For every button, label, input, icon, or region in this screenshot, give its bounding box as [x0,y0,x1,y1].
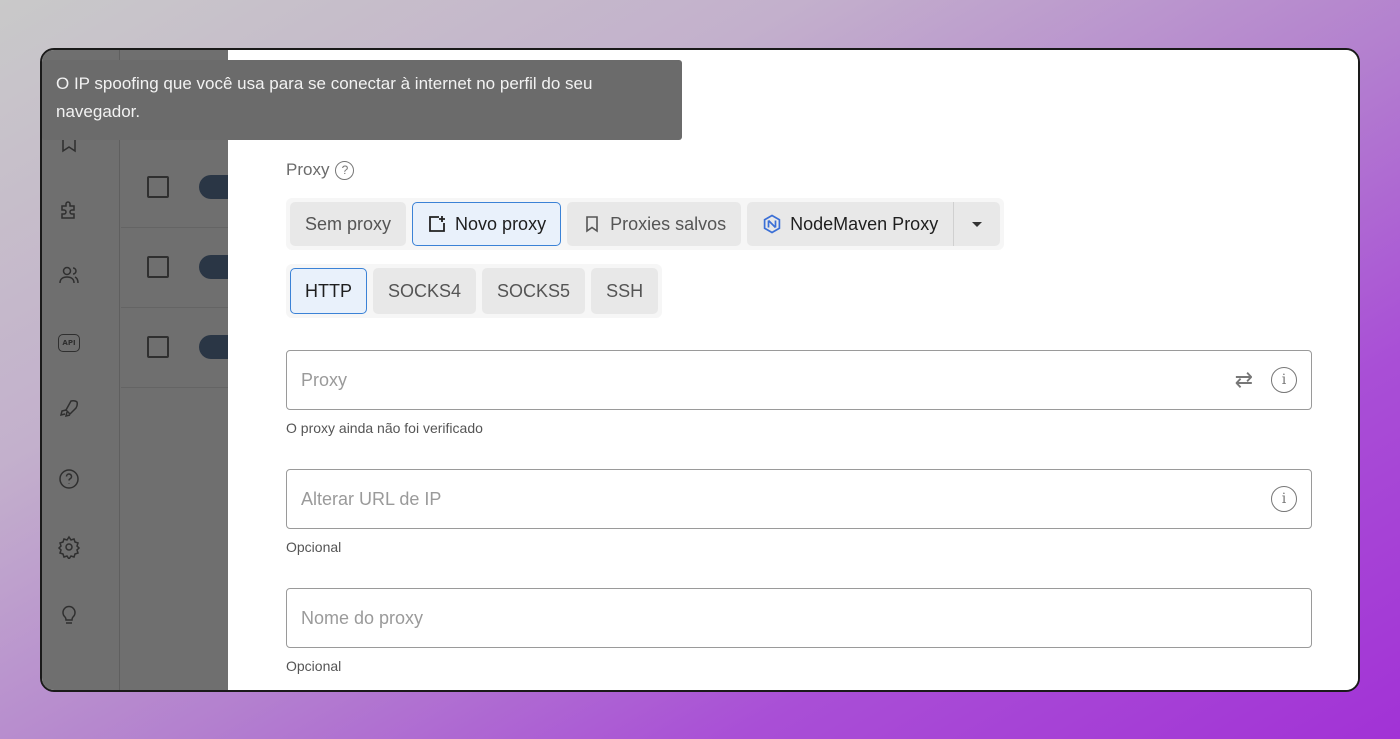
proxy-section-label: Proxy ? [286,160,355,180]
lightbulb-icon[interactable] [56,602,82,628]
proxy-settings-panel: Proxy ? Sem proxy Novo proxy Proxies sal… [228,50,1358,690]
saved-proxies-label: Proxies salvos [610,213,727,234]
proxy-label-text: Proxy [286,160,330,179]
help-icon[interactable]: ? [335,160,355,180]
saved-proxies-button[interactable]: Proxies salvos [567,202,742,246]
protocol-socks4-button[interactable]: SOCKS4 [373,268,477,314]
no-proxy-button[interactable]: Sem proxy [290,202,407,246]
row-checkbox[interactable] [147,336,169,358]
proxy-name-field [286,588,1312,648]
row-checkbox[interactable] [147,176,169,198]
api-badge-text: API [58,334,80,352]
add-box-icon [429,216,446,232]
list-item [121,148,239,228]
nodemaven-proxy-button[interactable]: NodeMaven Proxy [747,202,954,246]
new-proxy-button[interactable]: Novo proxy [412,202,562,246]
no-proxy-label: Sem proxy [305,213,392,234]
proxy-name-input[interactable] [301,607,1297,629]
background-app-overlay: API [42,50,239,690]
protocol-http-label: HTTP [305,280,352,301]
protocol-http-button[interactable]: HTTP [290,268,367,314]
proxy-helper-text: O proxy ainda não foi verificado [286,420,483,436]
swap-icon[interactable]: ⇄ [1235,367,1253,393]
proxy-tooltip: O IP spoofing que você usa para se conec… [42,60,682,140]
change-ip-field-icons: i [1271,486,1297,512]
sidebar-rail: API [42,50,120,690]
caret-down-icon [972,221,983,227]
proxy-name-helper-text: Opcional [286,658,342,674]
info-icon[interactable]: i [1271,367,1297,393]
protocol-socks5-button[interactable]: SOCKS5 [482,268,586,314]
bookmark-icon [586,216,598,233]
api-icon[interactable]: API [56,330,82,356]
protocol-ssh-button[interactable]: SSH [591,268,659,314]
nodemaven-proxy-label: NodeMaven Proxy [790,213,939,234]
proxy-input[interactable] [301,369,1235,391]
puzzle-icon[interactable] [56,196,82,222]
list-item [121,308,239,388]
change-ip-url-field: i [286,469,1312,529]
list-item [121,228,239,308]
proxy-source-dropdown-button[interactable] [954,202,1001,246]
settings-icon[interactable] [56,534,82,560]
protocol-group: HTTP SOCKS4 SOCKS5 SSH [286,264,663,318]
help-icon[interactable] [56,466,82,492]
app-window: API Proxy ? Sem proxy Novo proxy Proxies… [40,48,1360,692]
proxy-source-group: Sem proxy Novo proxy Proxies salvos Node… [286,198,1005,250]
row-checkbox[interactable] [147,256,169,278]
nodemaven-logo-icon [763,214,781,234]
change-ip-helper-text: Opcional [286,539,342,555]
proxy-input-field: ⇄ i [286,350,1312,410]
change-ip-url-input[interactable] [301,488,1271,510]
protocol-ssh-label: SSH [606,280,644,301]
new-proxy-label: Novo proxy [455,213,547,234]
rocket-icon[interactable] [56,396,82,422]
users-icon[interactable] [56,262,82,288]
protocol-socks5-label: SOCKS5 [497,280,571,301]
info-icon[interactable]: i [1271,486,1297,512]
protocol-socks4-label: SOCKS4 [388,280,462,301]
proxy-field-icons: ⇄ i [1235,367,1297,393]
tooltip-text: O IP spoofing que você usa para se conec… [56,74,593,121]
